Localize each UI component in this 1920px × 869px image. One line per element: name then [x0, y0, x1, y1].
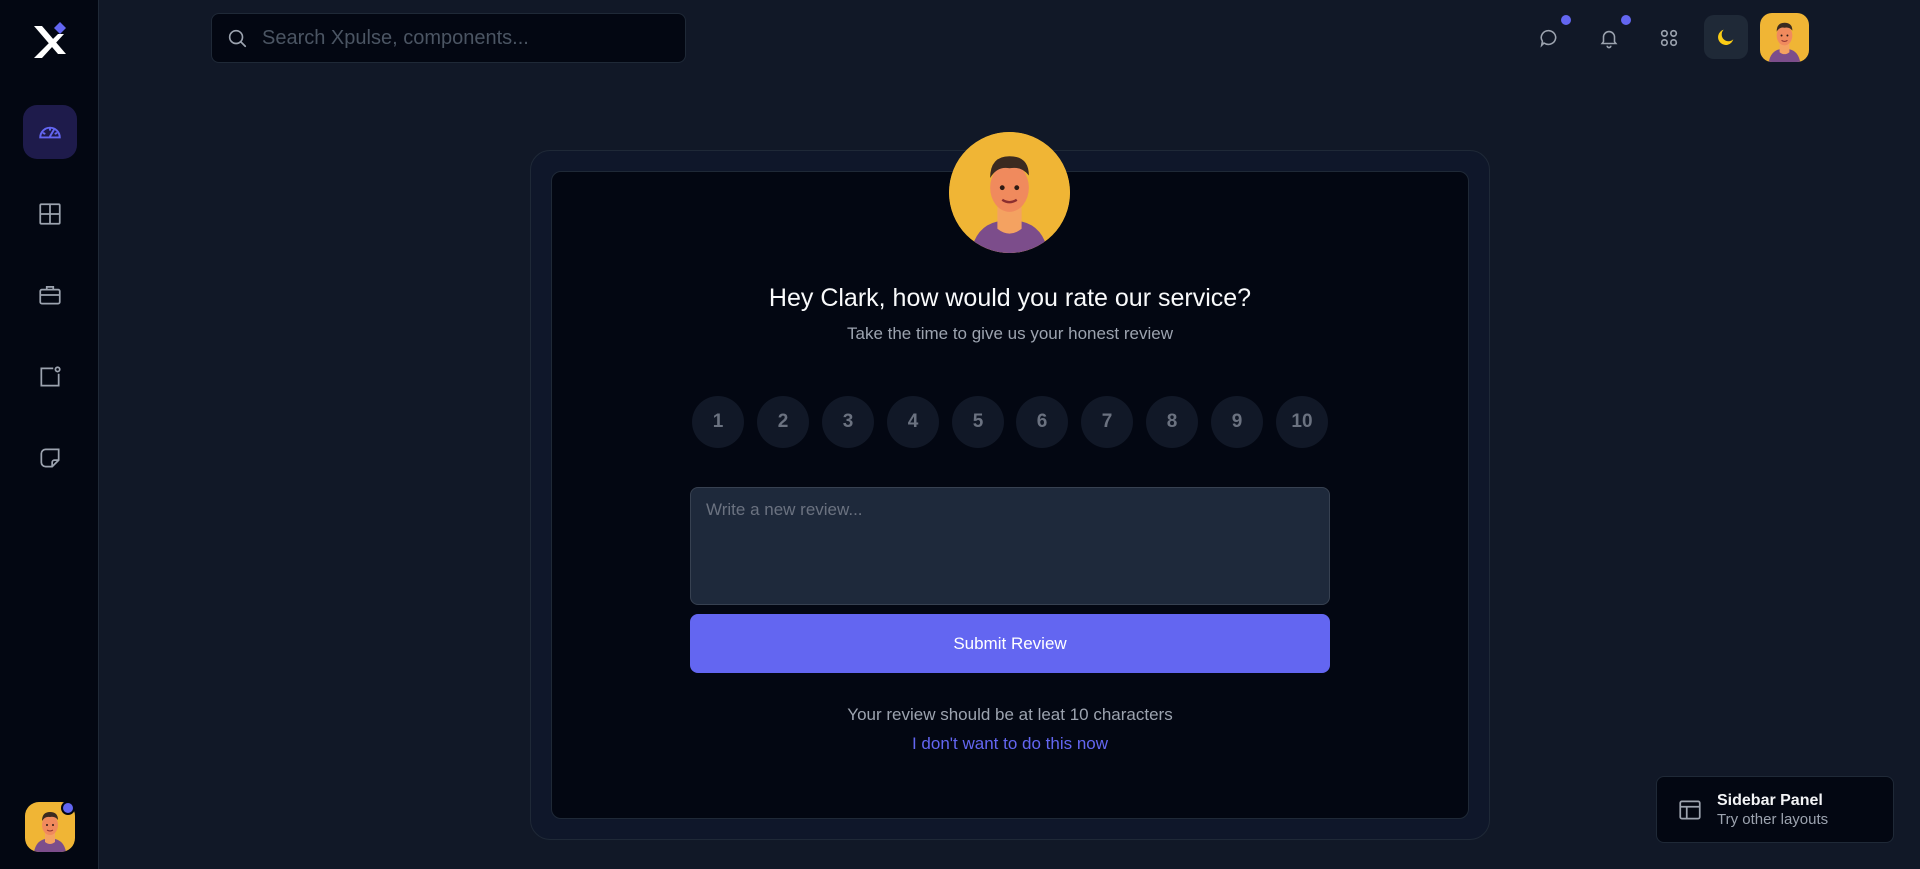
rating-option-5[interactable]: 5	[952, 396, 1004, 448]
moon-icon	[1718, 29, 1734, 45]
bell-notification-dot	[1621, 15, 1631, 25]
sidebar	[0, 0, 99, 869]
sidebar-item-layers[interactable]	[23, 350, 77, 404]
panel-title: Sidebar Panel	[1717, 791, 1823, 809]
app-logo[interactable]	[30, 20, 70, 60]
apps-icon	[1660, 29, 1678, 47]
sidebar-item-notes[interactable]	[23, 431, 77, 485]
rating-option-8[interactable]: 8	[1146, 396, 1198, 448]
review-title: Hey Clark, how would you rate our servic…	[768, 284, 1252, 312]
status-dot	[61, 801, 75, 815]
rating-option-2[interactable]: 2	[757, 396, 809, 448]
skip-review-link[interactable]: I don't want to do this now	[551, 734, 1469, 754]
layout-panel-switcher[interactable]: Sidebar Panel Try other layouts	[1656, 776, 1894, 843]
theme-toggle-button[interactable]	[1704, 15, 1748, 59]
chat-notification-dot	[1561, 15, 1571, 25]
grid-icon	[39, 203, 61, 225]
user-avatar[interactable]	[1760, 13, 1809, 62]
submit-review-button[interactable]: Submit Review	[690, 614, 1330, 673]
rating-option-6[interactable]: 6	[1016, 396, 1068, 448]
rating-option-3[interactable]: 3	[822, 396, 874, 448]
rating-option-9[interactable]: 9	[1211, 396, 1263, 448]
apps-button[interactable]	[1650, 19, 1688, 57]
chat-icon	[1540, 29, 1557, 48]
review-subtitle: Take the time to give us your honest rev…	[847, 324, 1173, 343]
sidebar-item-dashboard[interactable]	[23, 105, 77, 159]
panel-subtitle: Try other layouts	[1717, 810, 1829, 828]
reviewer-avatar	[949, 132, 1070, 253]
rating-option-4[interactable]: 4	[887, 396, 939, 448]
rating-option-1[interactable]: 1	[692, 396, 744, 448]
search-bar[interactable]	[211, 13, 686, 63]
sidebar-item-layouts[interactable]	[23, 187, 77, 241]
gauge-icon	[39, 126, 61, 139]
search-icon	[228, 29, 247, 48]
rating-option-7[interactable]: 7	[1081, 396, 1133, 448]
sidebar-item-business[interactable]	[23, 268, 77, 322]
review-textarea[interactable]	[690, 487, 1330, 605]
bell-icon	[1600, 30, 1618, 49]
notifications-button[interactable]	[1590, 19, 1628, 57]
briefcase-icon	[39, 286, 61, 305]
layout-icon	[1679, 799, 1701, 820]
sticky-note-icon	[40, 448, 60, 468]
square-dot-icon	[40, 366, 61, 387]
search-input[interactable]	[262, 26, 662, 50]
rating-option-10[interactable]: 10	[1276, 396, 1328, 448]
review-length-hint: Your review should be at leat 10 charact…	[847, 705, 1173, 724]
chat-button[interactable]	[1530, 19, 1568, 57]
